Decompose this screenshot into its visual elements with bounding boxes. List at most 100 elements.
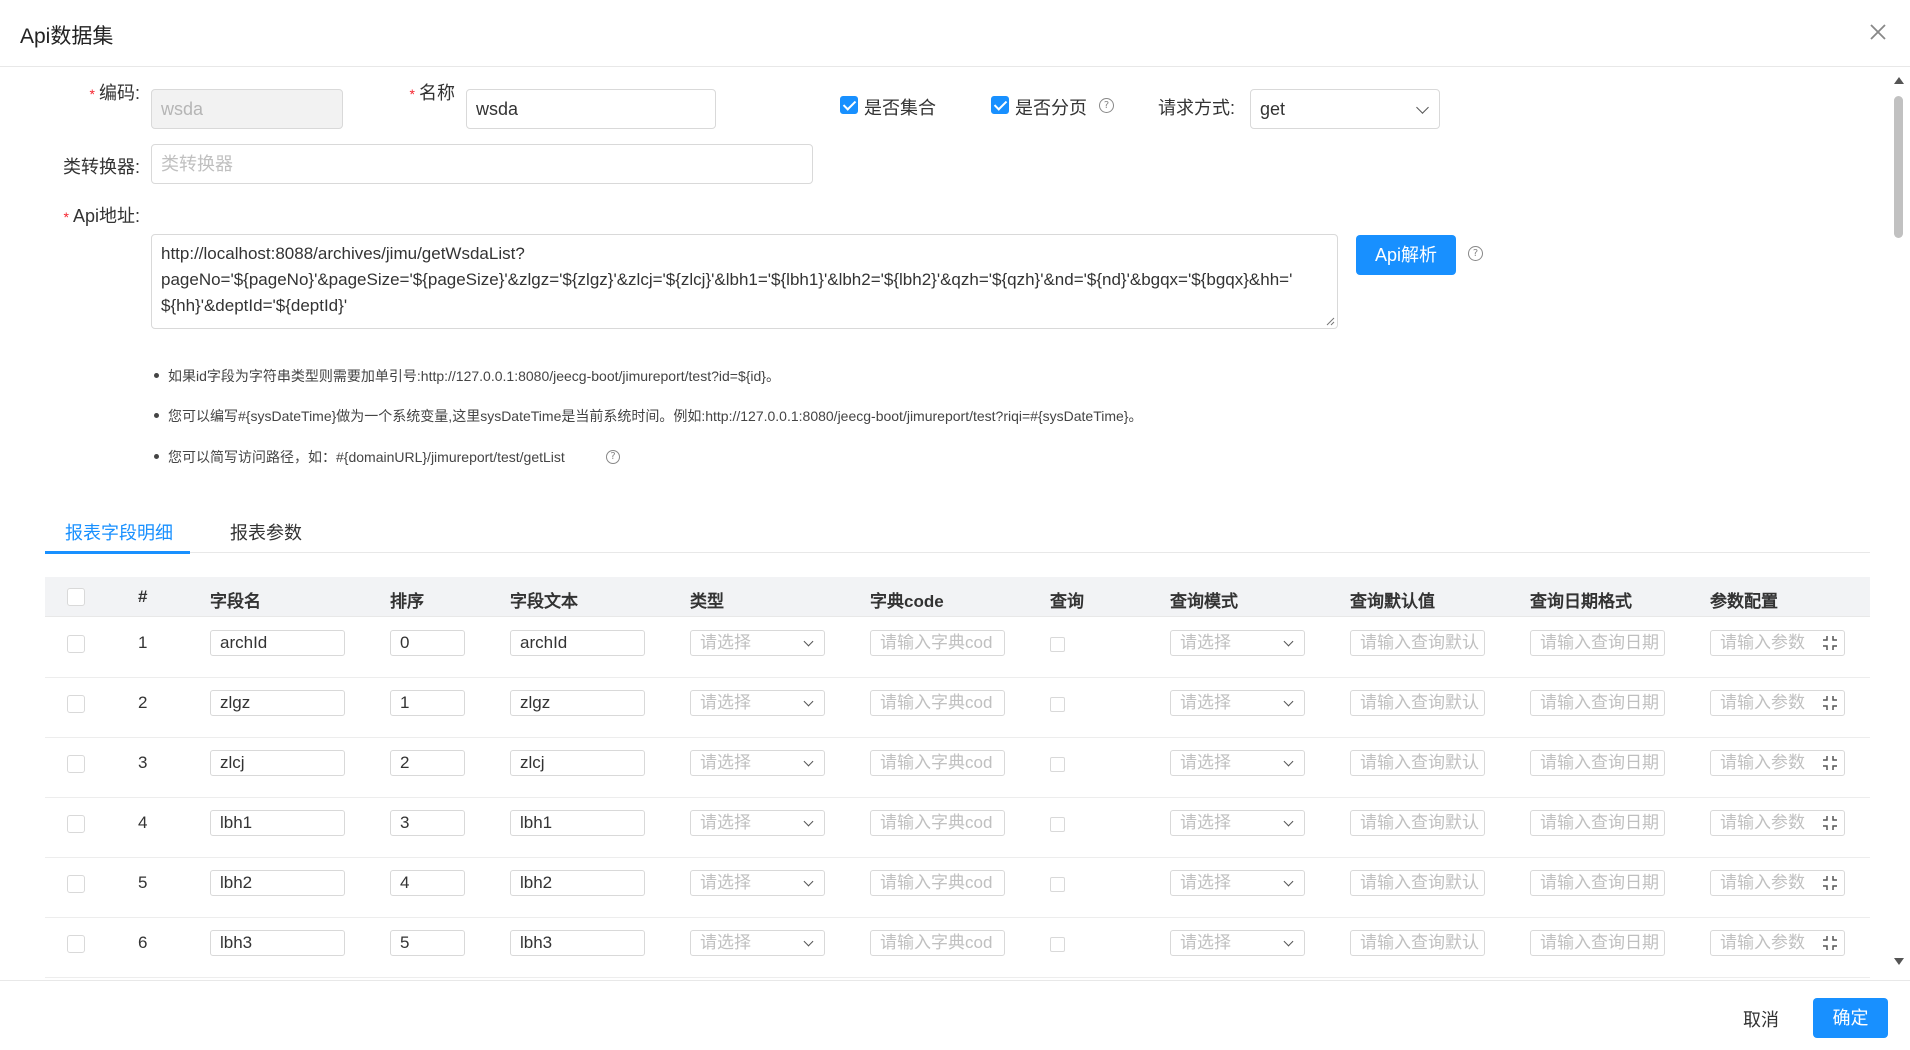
dict-code-input[interactable]: 请输入字典cod bbox=[870, 930, 1005, 956]
field-name-input[interactable]: zlgz bbox=[210, 690, 345, 716]
expand-icon[interactable] bbox=[1822, 755, 1838, 771]
api-parse-button[interactable]: Api解析 bbox=[1356, 235, 1456, 275]
type-select[interactable]: 请选择 bbox=[690, 630, 825, 656]
param-config-input[interactable]: 请输入参数 bbox=[1710, 930, 1845, 956]
query-date-format-input[interactable]: 请输入查询日期 bbox=[1530, 630, 1665, 656]
param-config-input[interactable]: 请输入参数 bbox=[1710, 810, 1845, 836]
row-checkbox[interactable] bbox=[67, 815, 85, 833]
cancel-button[interactable]: 取消 bbox=[1743, 1006, 1779, 1032]
query-date-format-input[interactable]: 请输入查询日期 bbox=[1530, 930, 1665, 956]
question-circle-icon[interactable]: ? bbox=[1468, 246, 1483, 261]
question-circle-icon[interactable]: ? bbox=[606, 450, 620, 464]
query-mode-select[interactable]: 请选择 bbox=[1170, 630, 1305, 656]
query-checkbox[interactable] bbox=[1050, 817, 1065, 832]
query-checkbox[interactable] bbox=[1050, 637, 1065, 652]
column-header: 查询默认值 bbox=[1350, 592, 1435, 611]
param-config-input[interactable]: 请输入参数 bbox=[1710, 750, 1845, 776]
field-name-input[interactable]: archId bbox=[210, 630, 345, 656]
dict-code-input[interactable]: 请输入字典cod bbox=[870, 810, 1005, 836]
order-input[interactable]: 1 bbox=[390, 690, 465, 716]
expand-icon[interactable] bbox=[1822, 935, 1838, 951]
type-select[interactable]: 请选择 bbox=[690, 750, 825, 776]
row-checkbox[interactable] bbox=[67, 695, 85, 713]
api-url-textarea[interactable]: http://localhost:8088/archives/jimu/getW… bbox=[151, 234, 1338, 329]
dict-code-input[interactable]: 请输入字典cod bbox=[870, 630, 1005, 656]
field-name-input[interactable]: zlcj bbox=[210, 750, 345, 776]
scroll-up-icon[interactable] bbox=[1894, 77, 1904, 84]
question-circle-icon[interactable]: ? bbox=[1099, 98, 1114, 113]
field-text-input[interactable]: zlgz bbox=[510, 690, 645, 716]
expand-icon[interactable] bbox=[1822, 695, 1838, 711]
expand-icon[interactable] bbox=[1822, 875, 1838, 891]
query-checkbox[interactable] bbox=[1050, 757, 1065, 772]
query-default-input[interactable]: 请输入查询默认 bbox=[1350, 630, 1485, 656]
is-collection-checkbox[interactable] bbox=[840, 96, 858, 114]
tab-field-details[interactable]: 报表字段明细 bbox=[65, 519, 173, 545]
query-mode-select[interactable]: 请选择 bbox=[1170, 750, 1305, 776]
field-text-input[interactable]: lbh1 bbox=[510, 810, 645, 836]
order-input[interactable]: 5 bbox=[390, 930, 465, 956]
query-mode-select[interactable]: 请选择 bbox=[1170, 870, 1305, 896]
query-mode-select[interactable]: 请选择 bbox=[1170, 810, 1305, 836]
vertical-scrollbar[interactable] bbox=[1890, 68, 1910, 980]
order-input[interactable]: 3 bbox=[390, 810, 465, 836]
field-name-input[interactable]: lbh3 bbox=[210, 930, 345, 956]
query-mode-select[interactable]: 请选择 bbox=[1170, 690, 1305, 716]
field-text-input[interactable]: zlcj bbox=[510, 750, 645, 776]
query-date-format-input[interactable]: 请输入查询日期 bbox=[1530, 690, 1665, 716]
param-config-input[interactable]: 请输入参数 bbox=[1710, 630, 1845, 656]
dict-code-input[interactable]: 请输入字典cod bbox=[870, 750, 1005, 776]
tab-report-params[interactable]: 报表参数 bbox=[230, 519, 302, 545]
select-all-checkbox[interactable] bbox=[67, 588, 85, 606]
order-input[interactable]: 4 bbox=[390, 870, 465, 896]
chevron-down-icon bbox=[803, 756, 814, 767]
query-date-format-input[interactable]: 请输入查询日期 bbox=[1530, 810, 1665, 836]
request-method-select[interactable]: get bbox=[1250, 89, 1440, 129]
resize-handle-icon[interactable] bbox=[1325, 316, 1335, 326]
field-name-input[interactable]: lbh2 bbox=[210, 870, 345, 896]
expand-icon[interactable] bbox=[1822, 815, 1838, 831]
modal-header: Api数据集 bbox=[0, 0, 1910, 67]
query-checkbox[interactable] bbox=[1050, 937, 1065, 952]
query-default-input[interactable]: 请输入查询默认 bbox=[1350, 810, 1485, 836]
field-text-input[interactable]: archId bbox=[510, 630, 645, 656]
field-text-input[interactable]: lbh3 bbox=[510, 930, 645, 956]
field-name-input[interactable]: lbh1 bbox=[210, 810, 345, 836]
row-checkbox[interactable] bbox=[67, 935, 85, 953]
type-select[interactable]: 请选择 bbox=[690, 930, 825, 956]
scroll-down-icon[interactable] bbox=[1894, 958, 1904, 965]
type-select[interactable]: 请选择 bbox=[690, 690, 825, 716]
query-mode-select[interactable]: 请选择 bbox=[1170, 930, 1305, 956]
table-row: 1 archId 0 archId 请选择 请输入字典cod 请选择 请输入查询默认 请输入查询… bbox=[45, 618, 1870, 678]
param-config-input[interactable]: 请输入参数 bbox=[1710, 690, 1845, 716]
query-default-input[interactable]: 请输入查询默认 bbox=[1350, 870, 1485, 896]
table-row: 6 lbh3 5 lbh3 请选择 请输入字典cod 请选择 请输入查询默认 请输入查询日期 请输… bbox=[45, 918, 1870, 978]
confirm-button[interactable]: 确定 bbox=[1813, 998, 1888, 1038]
query-date-format-input[interactable]: 请输入查询日期 bbox=[1530, 750, 1665, 776]
row-checkbox[interactable] bbox=[67, 635, 85, 653]
dict-code-input[interactable]: 请输入字典cod bbox=[870, 870, 1005, 896]
close-icon[interactable] bbox=[1866, 20, 1890, 44]
query-default-input[interactable]: 请输入查询默认 bbox=[1350, 750, 1485, 776]
type-select[interactable]: 请选择 bbox=[690, 810, 825, 836]
param-config-input[interactable]: 请输入参数 bbox=[1710, 870, 1845, 896]
query-checkbox[interactable] bbox=[1050, 877, 1065, 892]
row-checkbox[interactable] bbox=[67, 875, 85, 893]
name-input[interactable]: wsda bbox=[466, 89, 716, 129]
dict-code-input[interactable]: 请输入字典cod bbox=[870, 690, 1005, 716]
query-checkbox[interactable] bbox=[1050, 697, 1065, 712]
query-default-input[interactable]: 请输入查询默认 bbox=[1350, 690, 1485, 716]
converter-input[interactable]: 类转换器 bbox=[151, 144, 813, 184]
order-input[interactable]: 2 bbox=[390, 750, 465, 776]
is-paged-checkbox[interactable] bbox=[991, 96, 1009, 114]
type-select[interactable]: 请选择 bbox=[690, 870, 825, 896]
order-input[interactable]: 0 bbox=[390, 630, 465, 656]
field-text-input[interactable]: lbh2 bbox=[510, 870, 645, 896]
query-default-input[interactable]: 请输入查询默认 bbox=[1350, 930, 1485, 956]
code-input[interactable]: wsda bbox=[151, 89, 343, 129]
type-placeholder: 请选择 bbox=[700, 873, 751, 892]
row-checkbox[interactable] bbox=[67, 755, 85, 773]
expand-icon[interactable] bbox=[1822, 635, 1838, 651]
query-date-format-input[interactable]: 请输入查询日期 bbox=[1530, 870, 1665, 896]
scroll-thumb[interactable] bbox=[1894, 96, 1903, 238]
